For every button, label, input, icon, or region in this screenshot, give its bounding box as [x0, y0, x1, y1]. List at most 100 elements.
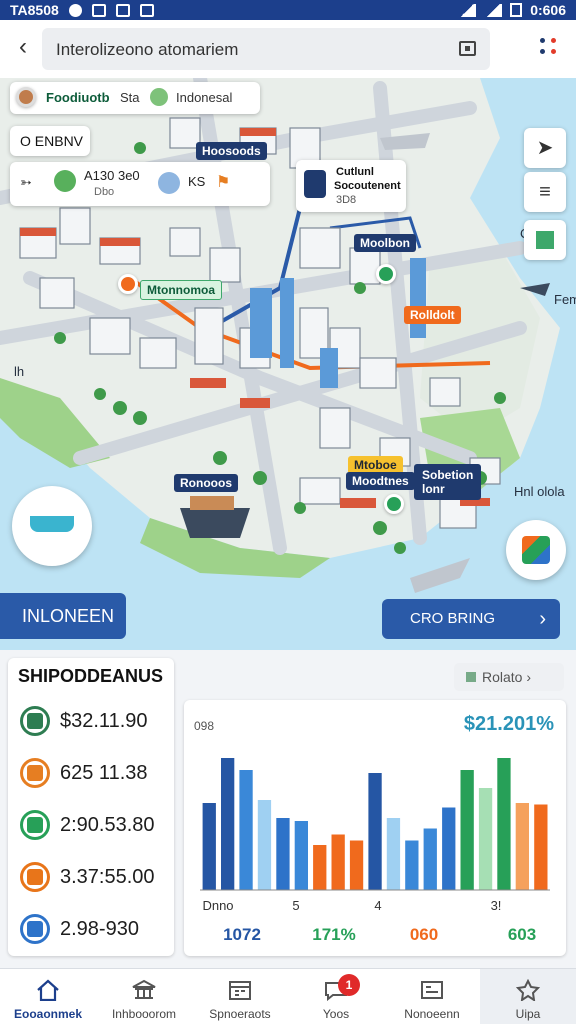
chart-bar[interactable] [497, 758, 511, 890]
stat-icon-glyph [27, 817, 43, 833]
stat-value: 2.98-930 [60, 918, 139, 940]
map-label-bottom-card[interactable]: Sobetion lonr [414, 464, 482, 500]
navigate-icon[interactable]: ➤ [524, 128, 566, 168]
map-pin-orange[interactable] [118, 274, 138, 294]
poi-title: Cutlunl [336, 166, 374, 178]
related-label: Rolato [482, 669, 523, 685]
stat-icon-glyph [27, 869, 43, 885]
user-sep: Sta [120, 90, 140, 105]
nav-item-home[interactable]: Eooaonmek [0, 969, 96, 1024]
user-name: Foodiuotb [46, 90, 110, 105]
chart-bar[interactable] [478, 788, 493, 890]
stat-icon [20, 914, 50, 944]
map-label-bottom-left[interactable]: Ronooos [174, 474, 238, 492]
notification-badge: 1 [337, 974, 360, 996]
chart-bar[interactable] [313, 845, 327, 890]
chart-bar[interactable] [534, 804, 548, 891]
nav-item-profile-card[interactable]: Nonoeenn [384, 969, 480, 1024]
chart-bar[interactable] [442, 807, 456, 891]
map-label-top[interactable]: Hoosoods [196, 142, 267, 160]
chevron-right-icon: › [539, 608, 546, 630]
go-button[interactable]: CRO BRING › [382, 599, 560, 639]
stat-icon [20, 810, 50, 840]
chart-bar[interactable] [221, 758, 235, 890]
stat-row[interactable]: 625 11.38 [20, 758, 172, 792]
nav-label: Eooaonmek [13, 1007, 82, 1021]
more-options-icon[interactable] [540, 36, 562, 60]
chart-data-label: 060 [410, 925, 438, 944]
stat-icon-glyph [27, 921, 43, 937]
related-button[interactable]: Rolato › [454, 663, 564, 691]
nav-item-puzzle[interactable]: Uipa [480, 969, 576, 1024]
region-button[interactable]: INLONEEN [0, 593, 126, 639]
go-button-label: CRO BRING [410, 610, 496, 627]
status-clock: 0:606 [530, 2, 566, 18]
route-icon: ➳ [20, 174, 32, 190]
chart-bar[interactable] [202, 803, 216, 890]
route-info-code: KS [188, 174, 206, 189]
map-label-right[interactable]: Moolbon [354, 234, 416, 252]
stat-value: 2:90.53.80 [60, 814, 155, 836]
chart-x-tick-label: Dnno [202, 898, 233, 913]
city-map[interactable]: Foodiuotb Sta Indonesal O ENBNV ➳ A130 3… [0, 78, 576, 650]
stat-row[interactable]: 2:90.53.80 [20, 810, 172, 844]
stat-value: 625 11.38 [60, 762, 148, 784]
chart-data-label: 171% [312, 925, 355, 944]
ship-icon [30, 516, 74, 532]
chart-bar[interactable] [294, 821, 308, 890]
list-icon[interactable]: ≡ [524, 172, 566, 212]
chart-bar[interactable] [515, 803, 529, 890]
bar-chart-card: 098 $21.201% Dnno 5 4 3! 1072 171% 060 603 [184, 700, 566, 956]
signal-icon [484, 3, 503, 17]
nav-item-chat[interactable]: Yoos 1 [288, 969, 384, 1024]
search-text: Interolizeono atomariem [56, 40, 239, 59]
bar-chart: 098 $21.201% Dnno 5 4 3! 1072 171% 060 603 [194, 713, 554, 944]
route-info-card[interactable]: ➳ A130 3e0 Dbo KS ⚑ [10, 162, 270, 206]
map-pin-green[interactable] [376, 264, 396, 284]
calendar-icon [227, 979, 253, 1001]
cube-button[interactable] [506, 520, 566, 580]
user-location-chip[interactable]: Foodiuotb Sta Indonesal [10, 82, 260, 114]
chart-corner-label: 098 [194, 719, 214, 733]
stat-row[interactable]: $32.11.90 [20, 706, 172, 740]
chart-bar[interactable] [331, 834, 345, 891]
chart-bar[interactable] [276, 818, 290, 890]
stat-row[interactable]: 3.37:55.00 [20, 862, 172, 896]
leaf-icon [54, 170, 76, 192]
stat-icon [20, 706, 50, 736]
filter-chip-label: O ENBNV [20, 133, 84, 149]
poi-card[interactable]: Cutlunl Socoutenent 3D8 [296, 160, 406, 212]
map-label-center-dark[interactable]: Moodtnes [346, 472, 415, 490]
map-pin-green-bottom[interactable] [384, 494, 404, 514]
map-label-route[interactable]: Mtonnomoa [140, 280, 222, 300]
route-info-sub: Dbo [94, 186, 115, 198]
stat-value: $32.11.90 [60, 710, 148, 732]
stat-icon [20, 862, 50, 892]
back-arrow-icon[interactable]: ‹ [8, 32, 38, 62]
chart-bar[interactable] [460, 770, 474, 890]
status-carrier: TA8508 [10, 2, 59, 18]
poi-subtitle: Socoutenent [334, 180, 401, 192]
wifi-icon [458, 3, 477, 17]
nav-item-bank[interactable]: Inhbooorom [96, 969, 192, 1024]
chart-bar[interactable] [405, 840, 419, 891]
map-label-orange[interactable]: Rolldolt [404, 306, 461, 324]
chart-bar[interactable] [239, 770, 253, 890]
mail-icon [115, 3, 130, 17]
nav-label: Yoos [322, 1007, 350, 1021]
layers-icon[interactable] [524, 220, 566, 260]
chart-data-label: 1072 [223, 925, 261, 944]
chart-bar[interactable] [423, 828, 437, 891]
leaf-icon [150, 88, 168, 106]
chart-bar[interactable] [386, 818, 401, 890]
chart-bar[interactable] [349, 840, 364, 891]
chart-bar[interactable] [368, 773, 382, 890]
stat-row[interactable]: 2.98-930 [20, 914, 172, 948]
search-input[interactable]: Interolizeono atomariem [42, 28, 490, 70]
image-icon [91, 3, 106, 17]
chart-bar[interactable] [257, 800, 272, 890]
ferry-button[interactable] [12, 486, 92, 566]
nav-item-calendar[interactable]: Spnoeraots [192, 969, 288, 1024]
filter-chip[interactable]: O ENBNV [10, 126, 90, 156]
scan-icon[interactable] [459, 41, 476, 56]
